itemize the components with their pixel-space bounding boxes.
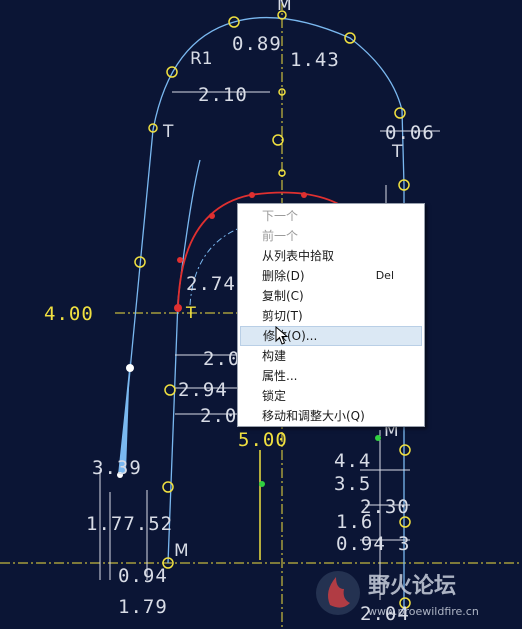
forum-watermark: 野火论坛 www.proewildfire.cn <box>316 571 479 618</box>
dimension-text[interactable]: 0.94 <box>336 533 386 555</box>
menu-item-label: 锁定 <box>262 389 287 403</box>
constraint-label: T <box>391 142 403 162</box>
menu-item-label: 修改(O)... <box>263 329 318 343</box>
menu-item-pick-from-list[interactable]: 从列表中拾取 <box>240 246 422 266</box>
menu-item-label: 前一个 <box>262 229 299 243</box>
menu-item-shortcut: Del <box>375 269 394 282</box>
watermark-title: 野火论坛 <box>368 573 456 599</box>
menu-item-label: 属性... <box>262 369 298 383</box>
menu-item-modify[interactable]: 修改(O)... <box>240 326 422 346</box>
constraint-label: M <box>174 541 189 561</box>
menu-item-properties[interactable]: 属性... <box>240 366 422 386</box>
dimension-text[interactable]: 1.77.52 <box>86 513 173 535</box>
dimension-text[interactable]: 2.94 <box>178 379 228 401</box>
menu-item-label: 下一个 <box>262 209 299 223</box>
menu-item-construction[interactable]: 构建 <box>240 346 422 366</box>
dimension-text[interactable]: 4.4 <box>334 450 371 472</box>
constraint-label: R1 <box>190 49 213 69</box>
menu-item-label: 构建 <box>262 349 287 363</box>
dimension-text[interactable]: 2.0 <box>203 348 240 370</box>
dimension-text[interactable]: 3.39 <box>92 457 142 479</box>
context-menu: 下一个 前一个 从列表中拾取 删除(D) Del 复制(C) 剪切(T) 修改(O… <box>237 203 425 427</box>
highlighted-dimension-text[interactable]: 4.00 <box>44 303 94 325</box>
dimension-text[interactable]: 2.0 <box>200 405 237 427</box>
constraint-label: T <box>185 303 196 322</box>
menu-item-label: 删除(D) <box>262 269 305 283</box>
dimension-text[interactable]: 1.43 <box>290 49 340 71</box>
constraint-label: T <box>162 122 174 142</box>
dimension-text[interactable]: 3 <box>398 533 410 555</box>
menu-item-lock[interactable]: 锁定 <box>240 386 422 406</box>
highlighted-dimension-text[interactable]: 5.00 <box>238 429 288 451</box>
watermark-url: www.proewildfire.cn <box>368 605 479 618</box>
menu-item-delete[interactable]: 删除(D) Del <box>240 266 422 286</box>
dimension-text[interactable]: 1.6 <box>336 511 373 533</box>
dimension-text[interactable]: 0.94 <box>118 565 168 587</box>
menu-item-next[interactable]: 下一个 <box>240 206 422 226</box>
dimension-text[interactable]: 0.89 <box>232 33 282 55</box>
menu-item-previous[interactable]: 前一个 <box>240 226 422 246</box>
menu-item-copy[interactable]: 复制(C) <box>240 286 422 306</box>
menu-item-label: 复制(C) <box>262 289 304 303</box>
menu-item-move-resize[interactable]: 移动和调整大小(Q) <box>240 406 422 426</box>
dimension-text[interactable]: 3.5 <box>334 473 371 495</box>
dimension-text[interactable]: 1.79 <box>118 596 168 618</box>
dimension-text[interactable]: 0.06 <box>385 122 435 144</box>
menu-item-label: 从列表中拾取 <box>262 249 335 263</box>
constraint-label: M <box>277 0 292 15</box>
menu-item-label: 剪切(T) <box>262 309 303 323</box>
menu-item-cut[interactable]: 剪切(T) <box>240 306 422 326</box>
dimension-text[interactable]: 2.10 <box>198 84 248 106</box>
mouse-cursor-icon <box>275 326 289 345</box>
dimension-text[interactable]: 2.74 <box>186 273 236 295</box>
menu-item-label: 移动和调整大小(Q) <box>262 409 365 423</box>
